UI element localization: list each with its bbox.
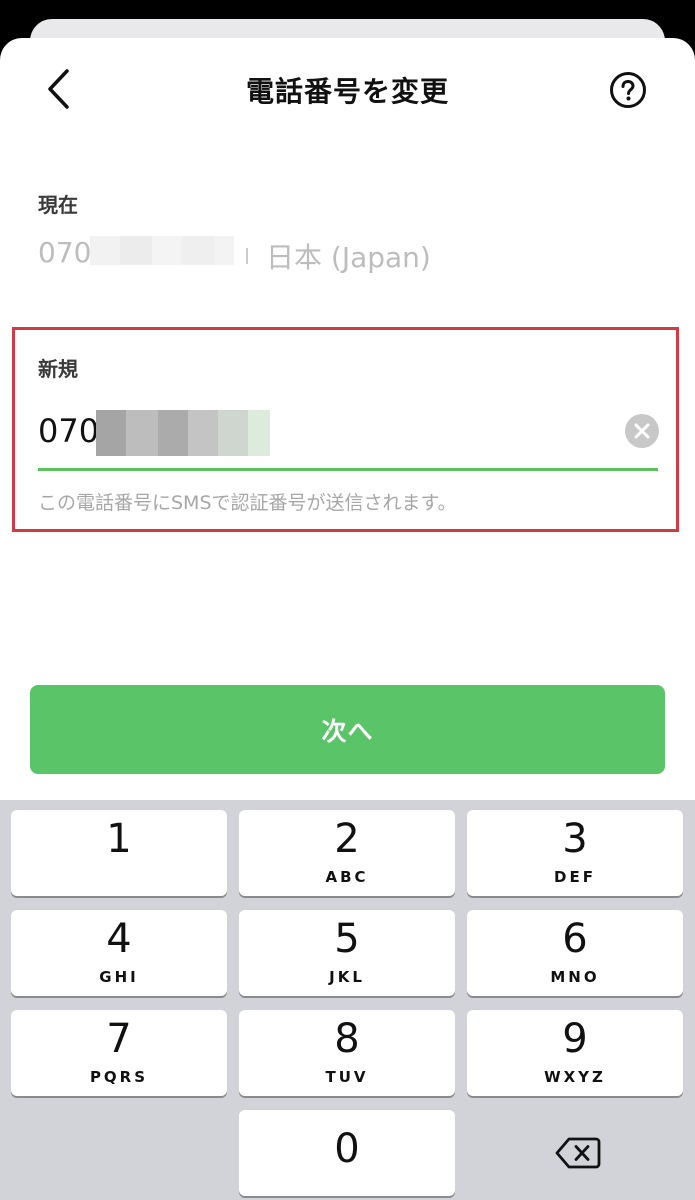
key-letters: WXYZ bbox=[544, 1068, 606, 1086]
current-number-label: 現在 bbox=[38, 193, 78, 217]
key-1[interactable]: 1 bbox=[11, 810, 227, 896]
key-digit: 2 bbox=[334, 816, 360, 862]
help-button[interactable] bbox=[609, 71, 647, 109]
current-country: 日本 (Japan) bbox=[266, 241, 431, 274]
key-4[interactable]: 4 GHI bbox=[11, 910, 227, 996]
new-phone-input[interactable]: 070 bbox=[38, 408, 659, 464]
key-7[interactable]: 7 PQRS bbox=[11, 1010, 227, 1096]
key-digit: 5 bbox=[334, 916, 360, 962]
key-letters: MNO bbox=[550, 968, 600, 986]
key-6[interactable]: 6 MNO bbox=[467, 910, 683, 996]
sms-hint-text: この電話番号にSMSで認証番号が送信されます。 bbox=[38, 492, 457, 514]
key-3[interactable]: 3 DEF bbox=[467, 810, 683, 896]
new-number-prefix: 070 bbox=[38, 412, 100, 450]
key-8[interactable]: 8 TUV bbox=[239, 1010, 455, 1096]
backspace-icon bbox=[555, 1137, 601, 1169]
new-number-label: 新規 bbox=[38, 357, 78, 381]
current-number-row: 070 日本 (Japan) bbox=[38, 236, 658, 276]
key-letters: DEF bbox=[554, 868, 596, 886]
key-digit: 1 bbox=[106, 816, 132, 862]
numeric-keypad: 1 2 ABC 3 DEF 4 GHI 5 JKL 6 MNO 7 PQRS 8… bbox=[0, 800, 695, 1200]
current-divider bbox=[246, 248, 248, 264]
key-digit: 9 bbox=[562, 1016, 588, 1062]
clear-circle-icon bbox=[634, 423, 650, 439]
key-5[interactable]: 5 JKL bbox=[239, 910, 455, 996]
delete-key[interactable] bbox=[467, 1110, 683, 1196]
key-letters: JKL bbox=[329, 968, 365, 986]
key-digit: 8 bbox=[334, 1016, 360, 1062]
question-circle-icon bbox=[610, 72, 646, 108]
key-digit: 0 bbox=[334, 1126, 360, 1172]
next-button[interactable]: 次へ bbox=[30, 685, 665, 774]
key-0[interactable]: 0 bbox=[239, 1110, 455, 1196]
clear-input-button[interactable] bbox=[625, 414, 659, 448]
key-letters: PQRS bbox=[89, 1068, 149, 1086]
input-underline bbox=[38, 468, 658, 471]
navigation-bar: 電話番号を変更 bbox=[0, 38, 695, 142]
current-number-prefix: 070 bbox=[38, 236, 92, 269]
page-title: 電話番号を変更 bbox=[245, 75, 449, 108]
key-digit: 6 bbox=[562, 916, 588, 962]
key-2[interactable]: 2 ABC bbox=[239, 810, 455, 896]
key-letters: TUV bbox=[325, 1068, 369, 1086]
key-digit: 4 bbox=[106, 916, 132, 962]
key-9[interactable]: 9 WXYZ bbox=[467, 1010, 683, 1096]
key-letters: ABC bbox=[325, 868, 369, 886]
key-digit: 7 bbox=[106, 1016, 132, 1062]
key-letters: GHI bbox=[99, 968, 139, 986]
key-digit: 3 bbox=[562, 816, 588, 862]
